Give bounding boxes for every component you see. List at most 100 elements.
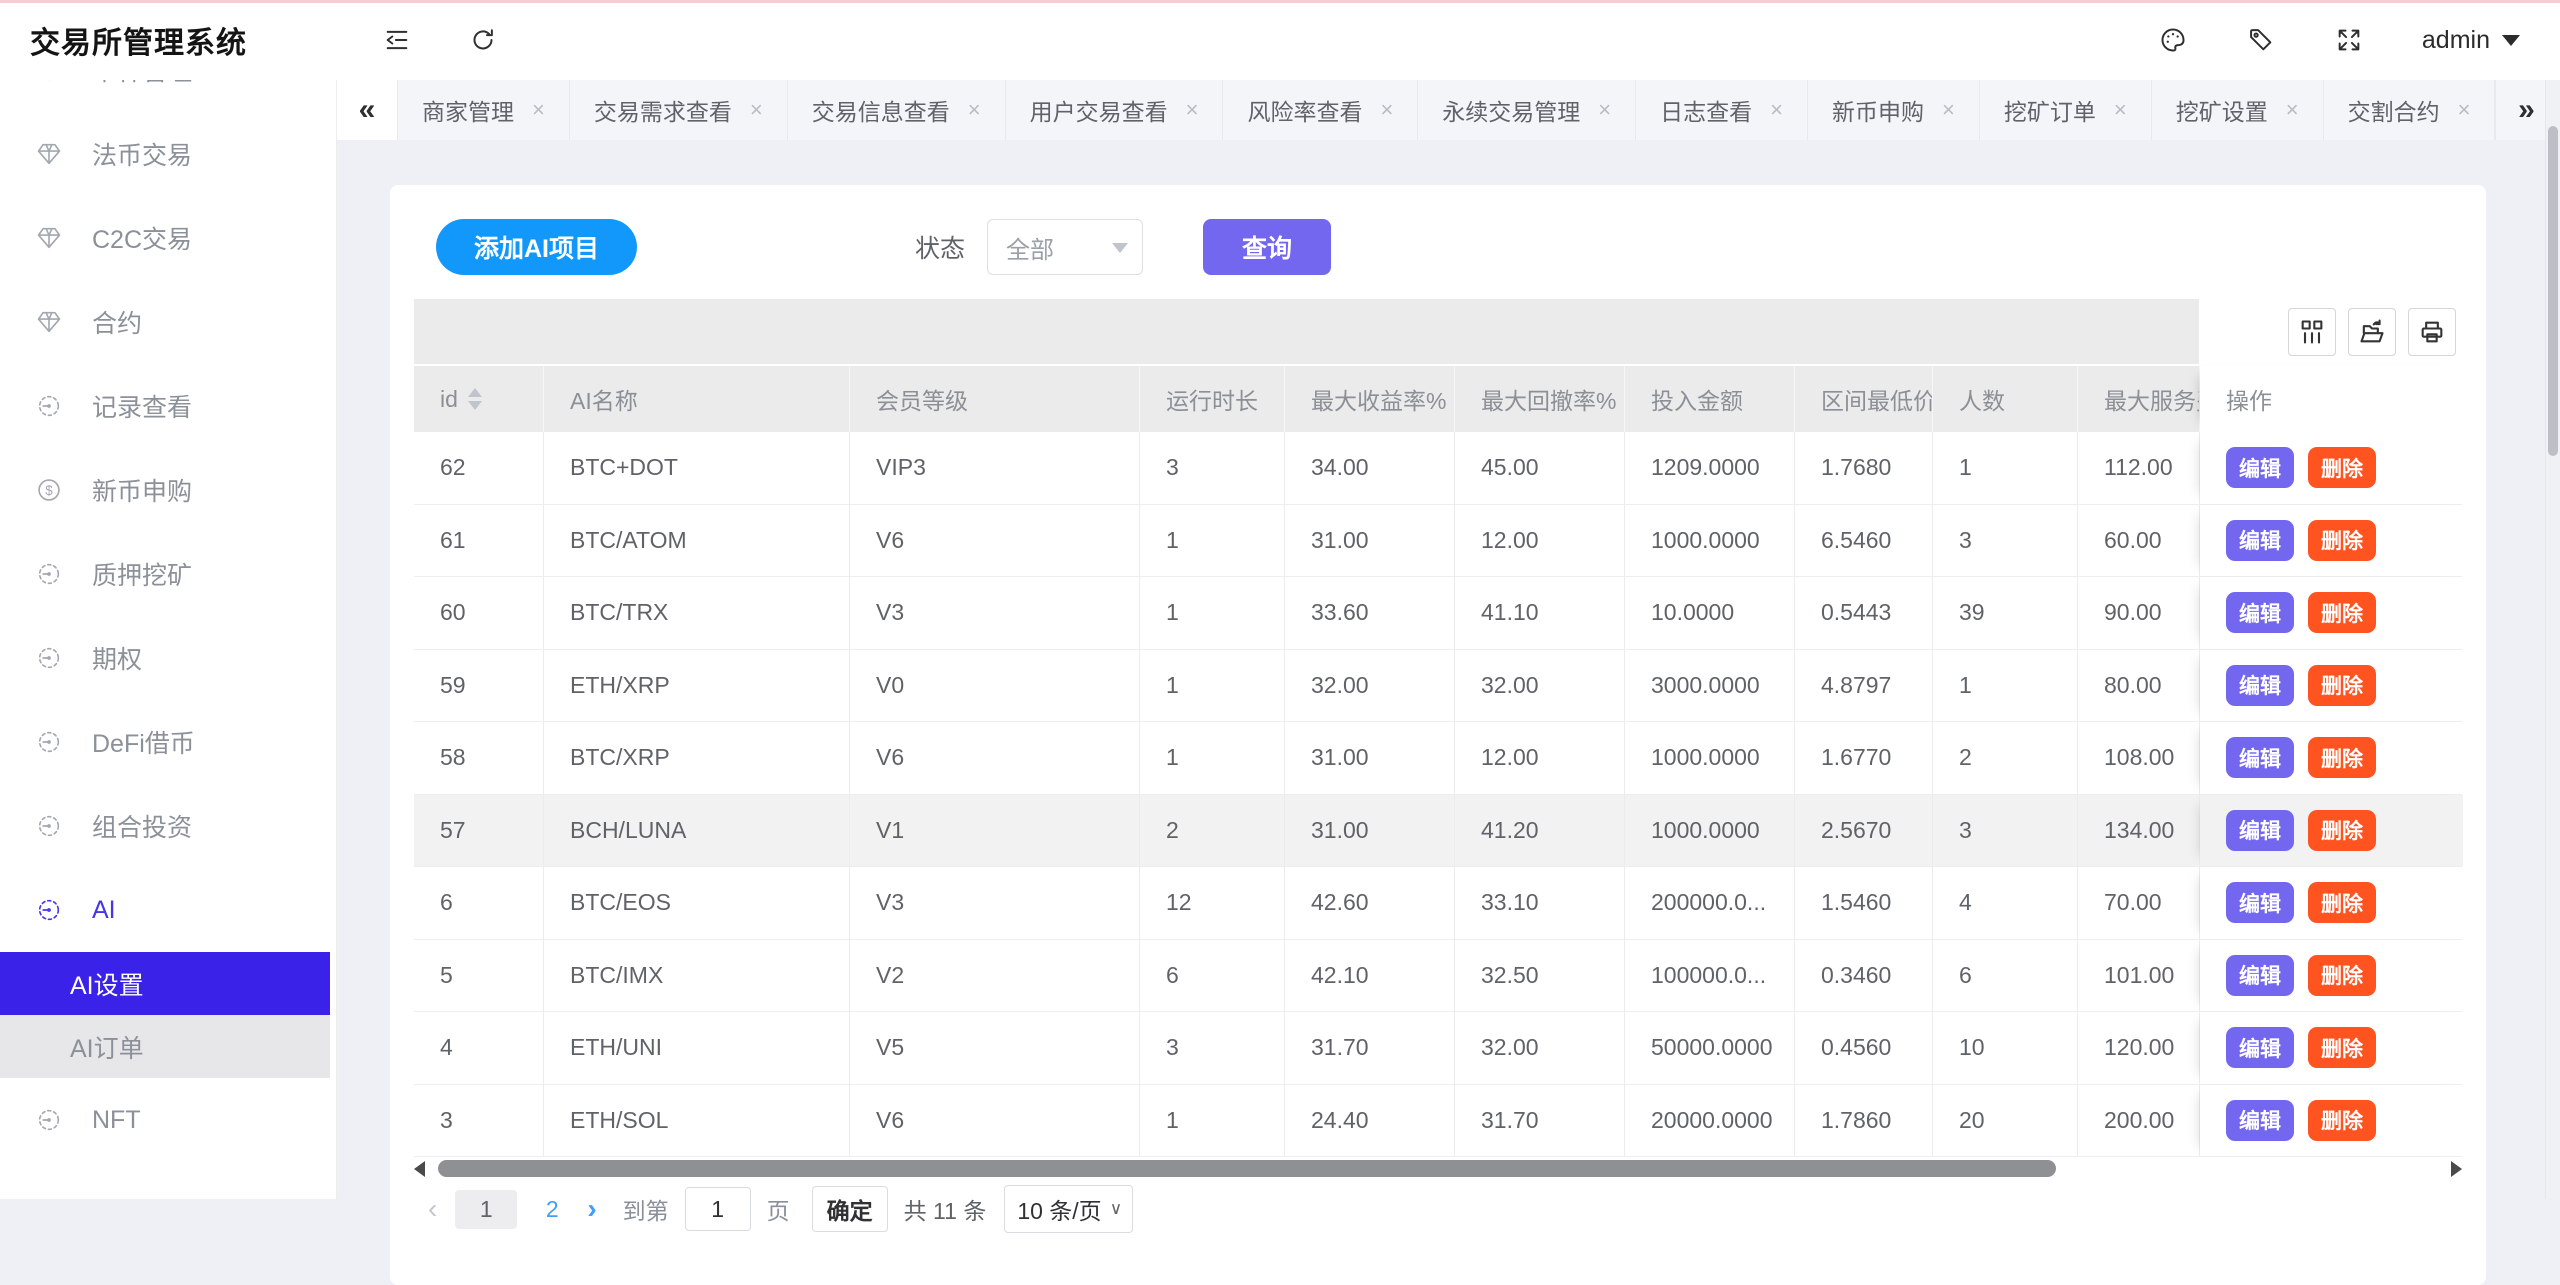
- table-row[interactable]: 60BTC/TRXV3133.6041.1010.00000.54433990.…: [414, 577, 2462, 650]
- edit-button[interactable]: 编辑: [2226, 520, 2294, 561]
- fullscreen-icon[interactable]: [2334, 25, 2364, 55]
- table-row[interactable]: 5BTC/IMXV2642.1032.50100000.0...0.346061…: [414, 940, 2462, 1013]
- sidebar-item-期权[interactable]: 期权: [0, 616, 336, 700]
- tab-close-icon[interactable]: ×: [2114, 97, 2127, 123]
- vertical-scrollbar[interactable]: [2545, 80, 2560, 1199]
- tab-用户交易查看[interactable]: 用户交易查看×: [1006, 80, 1224, 140]
- sidebar-item-label: 合约: [92, 304, 142, 340]
- horizontal-scroll-thumb[interactable]: [438, 1160, 2056, 1177]
- add-ai-project-button[interactable]: 添加AI项目: [436, 219, 637, 275]
- tab-close-icon[interactable]: ×: [968, 97, 981, 123]
- cell-actions: 编辑删除: [2200, 650, 2463, 722]
- delete-button[interactable]: 删除: [2308, 737, 2376, 778]
- edit-button[interactable]: 编辑: [2226, 810, 2294, 851]
- search-button[interactable]: 查询: [1203, 219, 1331, 275]
- horizontal-scrollbar[interactable]: [414, 1159, 2462, 1179]
- sidebar-subitem-AI设置[interactable]: AI设置: [0, 952, 330, 1015]
- tab-交割合约[interactable]: 交割合约×: [2324, 80, 2496, 140]
- delete-button[interactable]: 删除: [2308, 520, 2376, 561]
- sidebar-item-C2C交易[interactable]: C2C交易: [0, 196, 336, 280]
- cell-max_fee: 108.00: [2078, 722, 2200, 794]
- tab-close-icon[interactable]: ×: [2458, 97, 2471, 123]
- tag-icon[interactable]: [2246, 25, 2276, 55]
- table-row[interactable]: 3ETH/SOLV6124.4031.7020000.00001.7860202…: [414, 1085, 2462, 1158]
- tab-close-icon[interactable]: ×: [2286, 97, 2299, 123]
- sidebar-item-AI[interactable]: AI: [0, 868, 336, 952]
- export-icon[interactable]: [2348, 308, 2396, 356]
- table-row[interactable]: 57BCH/LUNAV1231.0041.201000.00002.567031…: [414, 795, 2462, 868]
- edit-button[interactable]: 编辑: [2226, 592, 2294, 633]
- tab-close-icon[interactable]: ×: [1380, 97, 1393, 123]
- sidebar-item-新币申购[interactable]: $新币申购: [0, 448, 336, 532]
- sidebar-item-label: C2C交易: [92, 220, 192, 256]
- sidebar-item-法币交易[interactable]: 法币交易: [0, 112, 336, 196]
- edit-button[interactable]: 编辑: [2226, 955, 2294, 996]
- status-select[interactable]: 全部: [987, 219, 1143, 275]
- page-size-select[interactable]: 10 条/页 ∨: [1004, 1185, 1133, 1233]
- sidebar-item-组合投资[interactable]: 组合投资: [0, 784, 336, 868]
- edit-button[interactable]: 编辑: [2226, 737, 2294, 778]
- tab-交易信息查看[interactable]: 交易信息查看×: [788, 80, 1006, 140]
- sidebar-item-DeFi借币[interactable]: DeFi借币: [0, 700, 336, 784]
- page-button-1[interactable]: 1: [455, 1190, 517, 1229]
- table-row[interactable]: 58BTC/XRPV6131.0012.001000.00001.6770210…: [414, 722, 2462, 795]
- edit-button[interactable]: 编辑: [2226, 882, 2294, 923]
- tab-永续交易管理[interactable]: 永续交易管理×: [1418, 80, 1636, 140]
- tab-挖矿订单[interactable]: 挖矿订单×: [1980, 80, 2152, 140]
- edit-button[interactable]: 编辑: [2226, 665, 2294, 706]
- goto-page-input[interactable]: [685, 1187, 751, 1231]
- cell-duration: 1: [1140, 505, 1285, 577]
- tab-close-icon[interactable]: ×: [1186, 97, 1199, 123]
- tab-close-icon[interactable]: ×: [532, 97, 545, 123]
- table-row[interactable]: 6BTC/EOSV31242.6033.10200000.0...1.54604…: [414, 867, 2462, 940]
- delete-button[interactable]: 删除: [2308, 882, 2376, 923]
- tab-close-icon[interactable]: ×: [1598, 97, 1611, 123]
- delete-button[interactable]: 删除: [2308, 592, 2376, 633]
- sidebar-item-合约[interactable]: 合约: [0, 280, 336, 364]
- prev-page-icon[interactable]: ‹: [428, 1193, 437, 1225]
- tabs-scroll-left-icon[interactable]: «: [337, 80, 398, 140]
- tab-商家管理[interactable]: 商家管理×: [398, 80, 570, 140]
- tab-close-icon[interactable]: ×: [1942, 97, 1955, 123]
- sidebar-collapse-icon[interactable]: [382, 25, 412, 55]
- user-menu[interactable]: admin: [2422, 26, 2520, 55]
- sidebar-item-记录查看[interactable]: 记录查看: [0, 364, 336, 448]
- tab-close-icon[interactable]: ×: [750, 97, 763, 123]
- edit-button[interactable]: 编辑: [2226, 1100, 2294, 1141]
- tab-交易需求查看[interactable]: 交易需求查看×: [570, 80, 788, 140]
- print-icon[interactable]: [2408, 308, 2456, 356]
- edit-button[interactable]: 编辑: [2226, 1027, 2294, 1068]
- table-row[interactable]: 62BTC+DOTVIP3334.0045.001209.00001.76801…: [414, 432, 2462, 505]
- vertical-scroll-thumb[interactable]: [2548, 126, 2558, 456]
- cell-people: 1: [1933, 650, 2078, 722]
- delete-button[interactable]: 删除: [2308, 665, 2376, 706]
- tab-日志查看[interactable]: 日志查看×: [1636, 80, 1808, 140]
- tab-close-icon[interactable]: ×: [1770, 97, 1783, 123]
- sidebar-item-币种管理[interactable]: 币种管理: [0, 80, 336, 112]
- columns-icon[interactable]: [2288, 308, 2336, 356]
- palette-icon[interactable]: [2158, 25, 2188, 55]
- edit-button[interactable]: 编辑: [2226, 447, 2294, 488]
- scroll-left-arrow-icon[interactable]: [414, 1161, 425, 1177]
- delete-button[interactable]: 删除: [2308, 447, 2376, 488]
- next-page-icon[interactable]: ›: [587, 1193, 596, 1225]
- delete-button[interactable]: 删除: [2308, 1100, 2376, 1141]
- table-row[interactable]: 59ETH/XRPV0132.0032.003000.00004.8797180…: [414, 650, 2462, 723]
- sidebar-subitem-AI订单[interactable]: AI订单: [0, 1015, 330, 1078]
- table-row[interactable]: 4ETH/UNIV5331.7032.0050000.00000.4560101…: [414, 1012, 2462, 1085]
- delete-button[interactable]: 删除: [2308, 955, 2376, 996]
- sidebar-item-质押挖矿[interactable]: 质押挖矿: [0, 532, 336, 616]
- tab-新币申购[interactable]: 新币申购×: [1808, 80, 1980, 140]
- table-row[interactable]: 61BTC/ATOMV6131.0012.001000.00006.546036…: [414, 505, 2462, 578]
- scroll-right-arrow-icon[interactable]: [2451, 1161, 2462, 1177]
- sort-carets-icon[interactable]: [468, 388, 482, 410]
- refresh-icon[interactable]: [468, 25, 498, 55]
- delete-button[interactable]: 删除: [2308, 1027, 2376, 1068]
- tab-风险率查看[interactable]: 风险率查看×: [1223, 80, 1418, 140]
- tab-挖矿设置[interactable]: 挖矿设置×: [2152, 80, 2324, 140]
- confirm-page-button[interactable]: 确定: [812, 1186, 888, 1232]
- page-button-2[interactable]: 2: [537, 1196, 567, 1223]
- sidebar-item-NFT[interactable]: NFT: [0, 1078, 336, 1162]
- delete-button[interactable]: 删除: [2308, 810, 2376, 851]
- column-header-id[interactable]: id: [414, 366, 544, 432]
